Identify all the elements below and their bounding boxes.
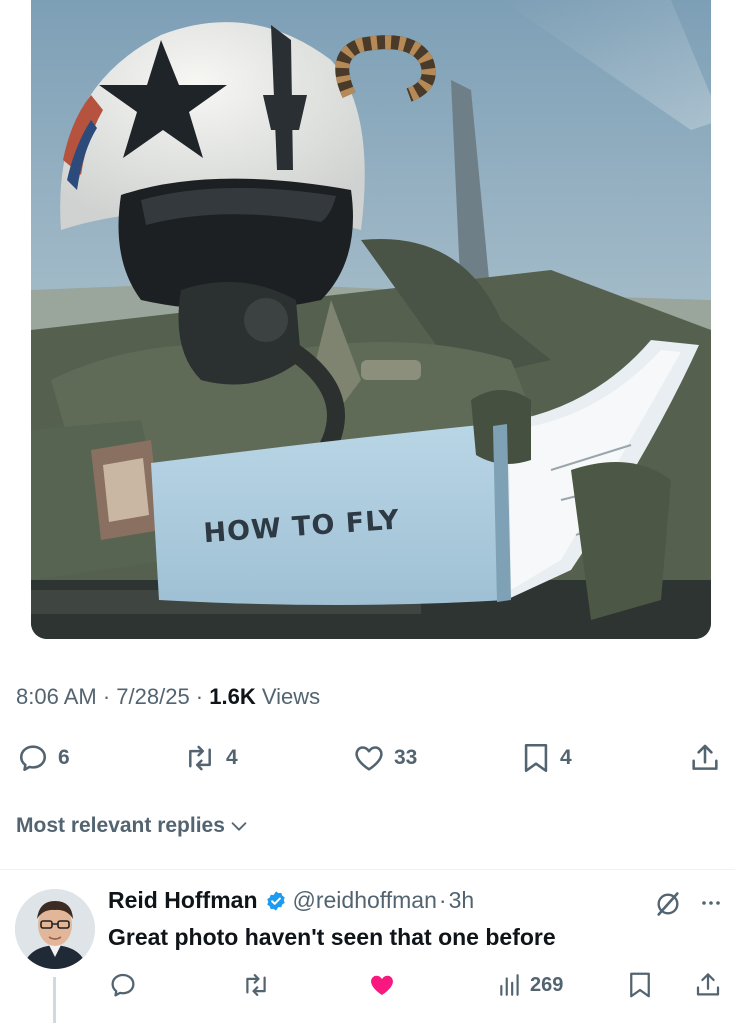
reply-header: Reid Hoffman @reidhoffman · 3h (108, 887, 474, 914)
grok-icon[interactable] (654, 890, 682, 923)
views-count[interactable]: 1.6K (209, 684, 255, 709)
tweet-photo[interactable]: HOW TO FLY (31, 0, 711, 639)
meta-separator: · (96, 684, 117, 709)
reply-icon (111, 973, 135, 997)
tweet-meta: 8:06 AM · 7/28/25 · 1.6K Views (16, 684, 320, 710)
reply-timestamp[interactable]: 3h (449, 887, 475, 914)
meta-separator: · (189, 684, 210, 709)
reply-reply-button[interactable] (108, 965, 138, 1005)
avatar-portrait (15, 889, 95, 969)
heart-icon (355, 746, 383, 771)
reply-button[interactable]: 6 (16, 736, 70, 780)
like-button[interactable]: 33 (352, 736, 417, 780)
verified-badge-icon (265, 890, 287, 912)
replies-sort-dropdown[interactable]: Most relevant replies (16, 814, 250, 838)
share-icon (692, 744, 718, 770)
reply-author-name[interactable]: Reid Hoffman (108, 887, 258, 914)
reply-count: 6 (58, 746, 70, 769)
reply-views-count: 269 (530, 973, 564, 996)
tweet-time: 8:06 AM (16, 684, 97, 709)
bookmark-icon (524, 743, 548, 773)
reply-share-button[interactable] (693, 965, 723, 1005)
reply-author-handle[interactable]: @reidhoffman (293, 887, 437, 914)
tweet-date: 7/28/25 (116, 684, 190, 709)
divider (0, 869, 735, 870)
reply-action-bar: 269 (0, 965, 735, 1005)
like-count: 33 (394, 746, 418, 769)
bookmark-count: 4 (560, 746, 572, 769)
heart-filled-icon (371, 975, 393, 995)
repost-icon (246, 974, 266, 996)
more-options-icon[interactable] (699, 891, 723, 920)
bookmark-button[interactable]: 4 (520, 736, 572, 780)
chevron-down-icon (231, 822, 247, 831)
bookmark-icon (630, 972, 650, 998)
replies-sort-label: Most relevant replies (16, 814, 225, 837)
repost-icon (189, 745, 211, 771)
reply-like-button[interactable] (367, 965, 397, 1005)
reply-text: Great photo haven't seen that one before (108, 924, 556, 950)
share-icon (696, 973, 720, 996)
repost-button[interactable]: 4 (182, 736, 238, 780)
tweet-action-bar: 6 4 33 4 (0, 736, 735, 780)
share-button[interactable] (688, 736, 722, 780)
reply-views-button[interactable]: 269 (497, 965, 563, 1005)
reply-bookmark-button[interactable] (626, 965, 654, 1005)
views-label[interactable]: Views (256, 684, 320, 709)
reply-repost-button[interactable] (240, 965, 272, 1005)
reply-dot-separator: · (438, 887, 447, 913)
repost-count: 4 (226, 746, 238, 769)
analytics-icon (500, 974, 519, 996)
pilot-photo-illustration: HOW TO FLY (31, 0, 711, 639)
reply-icon (19, 745, 47, 772)
avatar[interactable] (15, 889, 95, 969)
